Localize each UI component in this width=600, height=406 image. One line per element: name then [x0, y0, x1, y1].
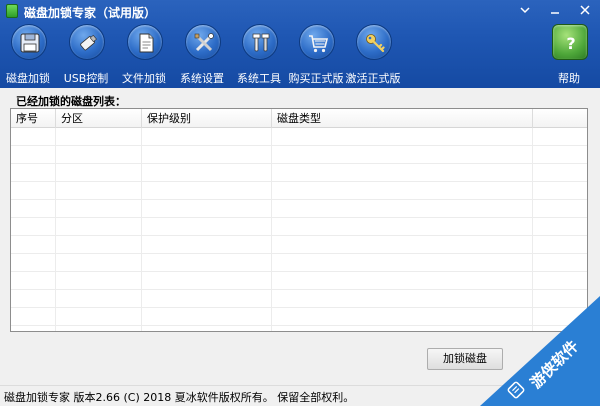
table-row	[11, 182, 587, 200]
table-row	[11, 218, 587, 236]
floppy-disk-icon	[11, 24, 47, 60]
locked-disk-table[interactable]: 序号 分区 保护级别 磁盘类型	[10, 108, 588, 332]
column-header-partition[interactable]: 分区	[56, 109, 142, 128]
close-icon[interactable]	[570, 0, 600, 20]
status-text: 磁盘加锁专家 版本2.66 (C) 2018 夏冰软件版权所有。 保留全部权利。	[4, 391, 355, 404]
lock-disk-button[interactable]: 加锁磁盘	[427, 348, 503, 370]
table-row	[11, 164, 587, 182]
toolbar-button-usb-control[interactable]: USB控制	[56, 24, 116, 86]
document-icon	[127, 24, 163, 60]
help-icon: ?	[552, 24, 588, 60]
section-title: 已经加锁的磁盘列表：	[16, 95, 126, 108]
table-row	[11, 128, 587, 146]
toolbar-button-file-lock[interactable]: 文件加锁	[114, 24, 174, 86]
minimize-icon[interactable]	[540, 0, 570, 20]
tools-icon	[185, 24, 221, 60]
table-row	[11, 254, 587, 272]
table-row	[11, 200, 587, 218]
app-icon	[6, 4, 18, 18]
table-row	[11, 236, 587, 254]
column-header-filler	[533, 109, 587, 128]
status-bar: 磁盘加锁专家 版本2.66 (C) 2018 夏冰软件版权所有。 保留全部权利。	[0, 385, 600, 406]
usb-drive-icon	[69, 24, 105, 60]
table-row	[11, 290, 587, 308]
column-header-disk-type[interactable]: 磁盘类型	[272, 109, 533, 128]
table-row	[11, 272, 587, 290]
toolbar-button-help[interactable]: ? 帮助	[539, 24, 599, 86]
header: 磁盘加锁专家（试用版） 磁盘加锁 USB控制 文件加锁 系统设置 系统工具 购买…	[0, 0, 600, 88]
svg-text:?: ?	[566, 34, 575, 53]
toolbar-button-activate[interactable]: 激活正式版	[343, 24, 403, 86]
toolbar: 磁盘加锁 USB控制 文件加锁 系统设置 系统工具 购买正式版 激活正式版 ? …	[0, 24, 600, 86]
window-title: 磁盘加锁专家（试用版）	[24, 6, 157, 20]
title-bar: 磁盘加锁专家（试用版）	[0, 0, 600, 22]
table-row	[11, 146, 587, 164]
column-header-protection-level[interactable]: 保护级别	[142, 109, 272, 128]
window-controls	[510, 0, 600, 20]
toolbar-label: 激活正式版	[345, 72, 401, 85]
shopping-cart-icon	[299, 24, 335, 60]
wrench-icon	[242, 24, 278, 60]
svg-text:游侠软件: 游侠软件	[527, 337, 582, 392]
column-header-index[interactable]: 序号	[11, 109, 56, 128]
key-icon	[356, 24, 392, 60]
menu-icon[interactable]	[510, 0, 540, 20]
table-header: 序号 分区 保护级别 磁盘类型	[11, 109, 587, 128]
table-row	[11, 308, 587, 326]
toolbar-label: 帮助	[558, 72, 580, 85]
